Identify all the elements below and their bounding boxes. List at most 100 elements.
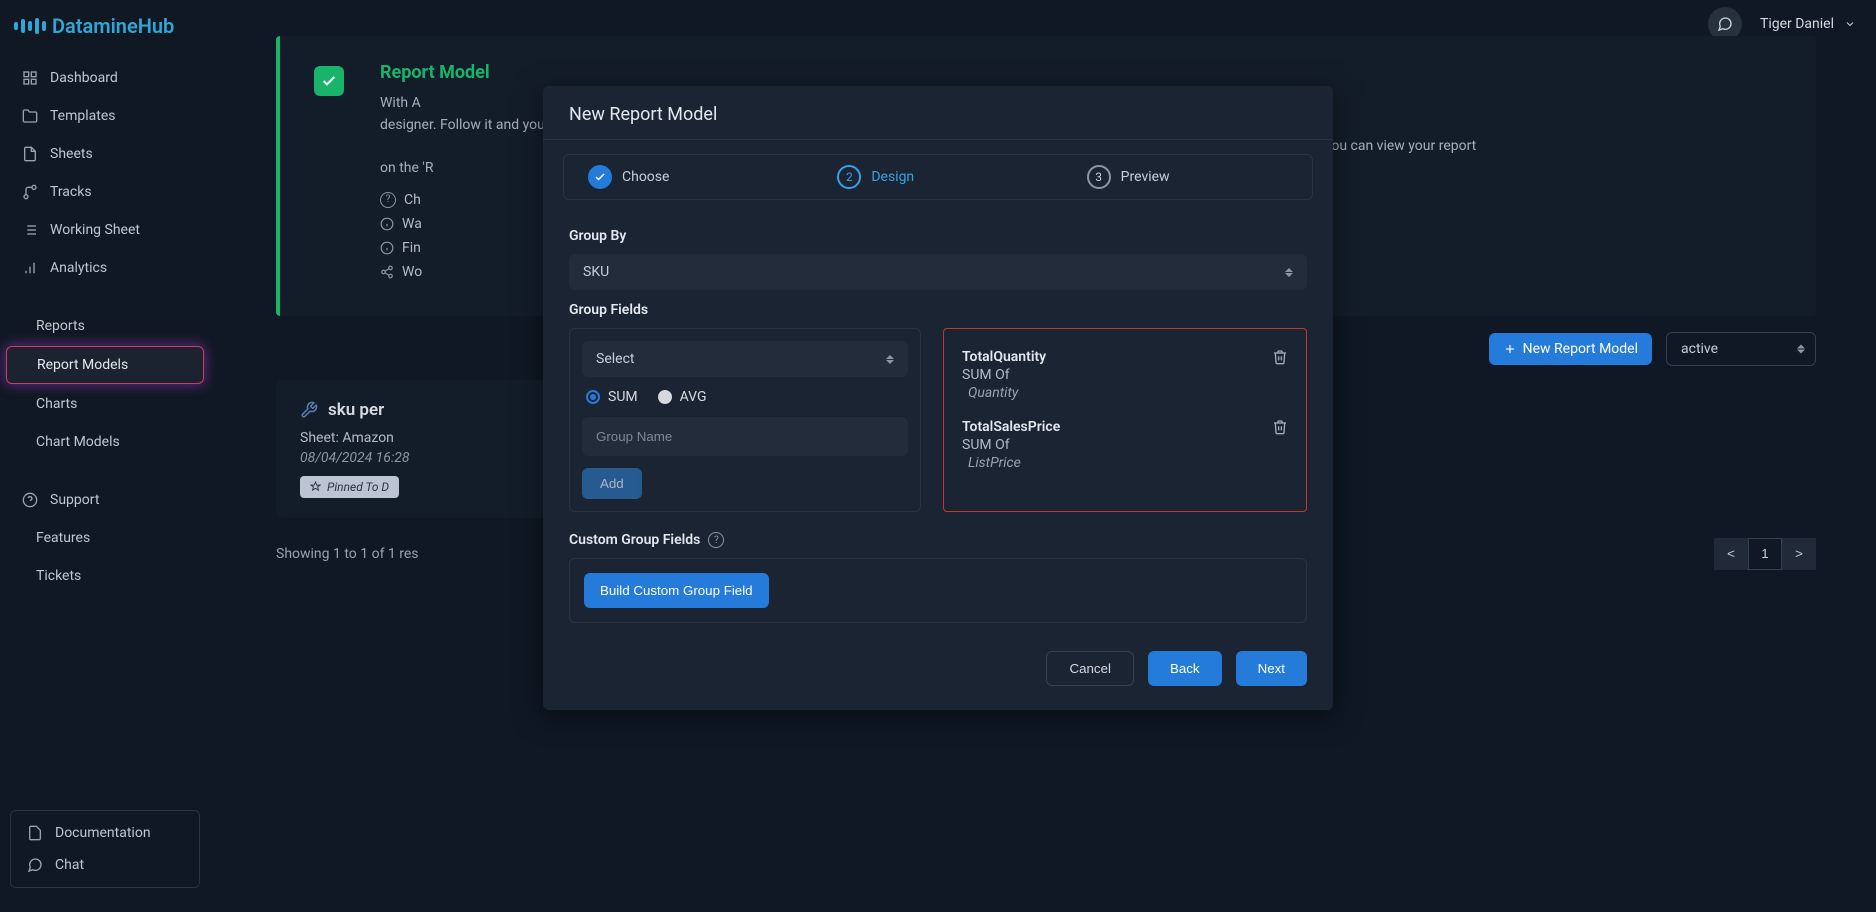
sidebar: DatamineHub Dashboard Templates Sheets T… [0, 0, 210, 912]
sidebar-item-features[interactable]: Features [6, 520, 204, 556]
next-button[interactable]: Next [1236, 651, 1307, 686]
chat-icon [27, 857, 43, 873]
new-report-model-button[interactable]: New Report Model [1489, 333, 1652, 365]
sidebar-label: Chat [55, 857, 84, 873]
delete-icon[interactable] [1272, 349, 1288, 369]
bar-chart-icon [22, 260, 38, 276]
build-custom-group-field-button[interactable]: Build Custom Group Field [584, 573, 769, 608]
sidebar-item-tracks[interactable]: Tracks [6, 174, 204, 210]
step-label: Choose [622, 169, 669, 185]
sidebar-item-chat[interactable]: Chat [17, 851, 193, 879]
sidebar-label: Chart Models [36, 434, 120, 450]
gf-field: ListPrice [968, 455, 1060, 471]
updown-icon [1285, 268, 1293, 277]
help-icon [22, 492, 38, 508]
group-field-item: TotalSalesPrice SUM Of ListPrice [962, 419, 1288, 471]
step-preview[interactable]: 3 Preview [1063, 155, 1312, 199]
sidebar-item-reports[interactable]: Reports [6, 308, 204, 344]
field-select[interactable]: Select [582, 341, 908, 377]
gf-field: Quantity [968, 385, 1046, 401]
tools-icon [300, 401, 318, 419]
file-text-icon [27, 825, 43, 841]
sidebar-label: Dashboard [50, 70, 118, 86]
radio-sum[interactable]: SUM [586, 389, 638, 405]
info-icon [380, 217, 394, 231]
step-number: 2 [837, 165, 861, 189]
radio-label: AVG [680, 389, 707, 405]
sidebar-label: Charts [36, 396, 77, 412]
info-icon [380, 241, 394, 255]
step-design[interactable]: 2 Design [813, 155, 1062, 199]
group-fields-label: Group Fields [569, 302, 1307, 318]
step-choose[interactable]: Choose [564, 155, 813, 199]
pager-page-1[interactable]: 1 [1748, 538, 1782, 570]
folder-icon [22, 108, 38, 124]
sidebar-label: Analytics [50, 260, 107, 276]
back-button[interactable]: Back [1148, 651, 1222, 686]
modal-title: New Report Model [543, 86, 1333, 140]
custom-group-fields-label: Custom Group Fields [569, 532, 700, 548]
group-fields-form: Select SUM AVG Add [569, 328, 921, 512]
updown-icon [886, 355, 894, 364]
sidebar-label: Documentation [55, 825, 151, 841]
share-icon [380, 265, 394, 279]
file-icon [22, 146, 38, 162]
sidebar-label: Sheets [50, 146, 93, 162]
pinned-badge: Pinned To D [300, 476, 399, 498]
group-fields-list: TotalQuantity SUM Of Quantity TotalSales… [943, 328, 1307, 512]
sidebar-item-documentation[interactable]: Documentation [17, 819, 193, 847]
step-label: Design [871, 169, 914, 185]
sidebar-item-tickets[interactable]: Tickets [6, 558, 204, 594]
sidebar-item-report-models[interactable]: Report Models [6, 346, 204, 384]
group-by-select[interactable]: SKU [569, 254, 1307, 290]
pager: < 1 > [1714, 538, 1816, 570]
logo-text: DatamineHub [52, 14, 174, 38]
gf-name: TotalQuantity [962, 349, 1046, 365]
sidebar-item-charts[interactable]: Charts [6, 386, 204, 422]
sidebar-label: Features [36, 530, 90, 546]
sidebar-item-support[interactable]: Support [6, 482, 204, 518]
logo-icon [14, 18, 46, 34]
radio-label: SUM [608, 389, 638, 405]
sidebar-label: Working Sheet [50, 222, 140, 238]
sidebar-item-chart-models[interactable]: Chart Models [6, 424, 204, 460]
sidebar-item-sheets[interactable]: Sheets [6, 136, 204, 172]
pager-prev[interactable]: < [1714, 538, 1748, 570]
radio-checked-icon [586, 390, 600, 404]
delete-icon[interactable] [1272, 419, 1288, 439]
check-icon [588, 165, 612, 189]
user-menu[interactable]: Tiger Daniel [1760, 16, 1856, 32]
cancel-button[interactable]: Cancel [1046, 651, 1134, 686]
user-name: Tiger Daniel [1760, 16, 1834, 32]
add-button[interactable]: Add [582, 468, 642, 499]
sidebar-item-dashboard[interactable]: Dashboard [6, 60, 204, 96]
sidebar-item-templates[interactable]: Templates [6, 98, 204, 134]
chevron-down-icon [1844, 18, 1856, 30]
sidebar-label: Tracks [50, 184, 92, 200]
list-icon [22, 222, 38, 238]
help-icon[interactable]: ? [708, 532, 724, 548]
help-icon: ? [380, 192, 396, 208]
select-placeholder: Select [596, 351, 634, 367]
pager-next[interactable]: > [1782, 538, 1816, 570]
stepper: Choose 2 Design 3 Preview [563, 154, 1313, 200]
status-filter-select[interactable]: active [1666, 332, 1816, 366]
radio-unchecked-icon [658, 390, 672, 404]
sidebar-label: Support [50, 492, 99, 508]
logo[interactable]: DatamineHub [0, 14, 210, 60]
sidebar-item-working-sheet[interactable]: Working Sheet [6, 212, 204, 248]
step-label: Preview [1121, 169, 1170, 185]
plus-icon [1503, 342, 1517, 356]
group-name-input[interactable] [582, 417, 908, 456]
gf-agg: SUM Of [962, 437, 1010, 453]
radio-avg[interactable]: AVG [658, 389, 707, 405]
button-label: New Report Model [1523, 341, 1638, 357]
results-text: Showing 1 to 1 of 1 res [276, 546, 419, 562]
group-by-label: Group By [569, 228, 1307, 244]
info-card-title: Report Model [380, 62, 1786, 83]
sidebar-item-analytics[interactable]: Analytics [6, 250, 204, 286]
sidebar-label: Templates [50, 108, 116, 124]
new-report-model-modal: New Report Model Choose 2 Design 3 Previ… [543, 86, 1333, 710]
check-icon [314, 66, 344, 96]
card-title: sku per [328, 400, 384, 420]
